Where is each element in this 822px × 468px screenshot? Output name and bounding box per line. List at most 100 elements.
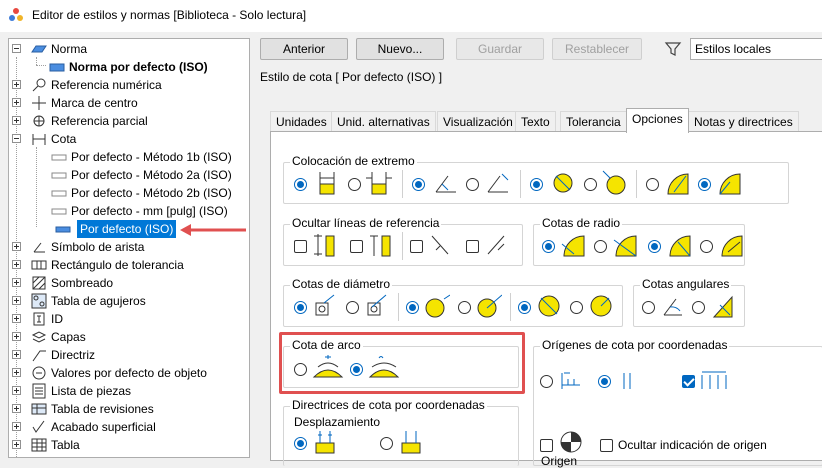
tree-item-dim-1b[interactable]: Por defecto - Método 1b (ISO) <box>9 148 249 166</box>
tree-item-dim-mm[interactable]: Por defecto - mm [pulg] (ISO) <box>9 202 249 220</box>
style-filter-select[interactable]: Estilos locales <box>690 38 822 60</box>
tab-text[interactable]: Texto <box>515 111 556 132</box>
tree-item-hole-table[interactable]: Tabla de agujeros <box>9 292 249 310</box>
tree-item-norma-defecto[interactable]: Norma por defecto (ISO) <box>9 58 249 76</box>
terminator-option-5-radio[interactable] <box>530 178 543 191</box>
expand-icon[interactable] <box>12 80 21 89</box>
diameter-option-3-radio[interactable] <box>406 301 419 314</box>
terminator-option-8-radio[interactable] <box>698 178 711 191</box>
tree-item-surface-texture[interactable]: Acabado superficial <box>9 418 249 436</box>
back-button[interactable]: Anterior <box>260 38 348 60</box>
tree-item-object-defaults[interactable]: Valores por defecto de objeto <box>9 364 249 382</box>
hide-ext-2-checkbox[interactable] <box>350 240 363 253</box>
ordinate-origin-group-label: Orígenes de cota por coordenadas <box>540 338 730 352</box>
diameter-option-4-radio[interactable] <box>458 301 471 314</box>
angular-option-1-radio[interactable] <box>642 301 655 314</box>
hide-ext-4-checkbox[interactable] <box>466 240 479 253</box>
diameter-option-5-radio[interactable] <box>518 301 531 314</box>
angular-option-1-icon <box>663 298 682 316</box>
diameter-option-2-icon <box>367 294 387 316</box>
tree-item-revision-table[interactable]: Tabla de revisiones <box>9 400 249 418</box>
angular-group: Cotas angulares <box>633 277 745 327</box>
radius-option-2-radio[interactable] <box>594 240 607 253</box>
tree-item-layers[interactable]: Capas <box>9 328 249 346</box>
window-title: Editor de estilos y normas [Biblioteca -… <box>32 8 307 22</box>
dimension-icon <box>32 134 46 145</box>
tab-tolerance[interactable]: Tolerancia <box>560 111 627 132</box>
leader-icon <box>32 350 46 362</box>
hide-origin-symbol-checkbox[interactable] <box>540 439 553 452</box>
expand-icon[interactable] <box>12 278 21 287</box>
feature-control-frame-icon <box>31 260 47 270</box>
terminator-option-7-radio[interactable] <box>646 178 659 191</box>
expand-icon[interactable] <box>12 116 21 125</box>
dim-style-icon <box>51 208 67 215</box>
hide-ext-lines-group: Ocultar líneas de referencia <box>283 216 523 266</box>
offset-option-2-radio[interactable] <box>380 437 393 450</box>
terminator-option-2-radio[interactable] <box>348 178 361 191</box>
hide-ext-1-checkbox[interactable] <box>294 240 307 253</box>
expand-icon[interactable] <box>12 98 21 107</box>
terminator-option-6-radio[interactable] <box>584 178 597 191</box>
expand-icon[interactable] <box>12 368 21 377</box>
expand-icon[interactable] <box>12 242 21 251</box>
tree-item-norma[interactable]: Norma <box>9 40 249 58</box>
tree-item-id[interactable]: ID <box>9 310 249 328</box>
diameter-option-1-radio[interactable] <box>294 301 307 314</box>
radius-option-1-radio[interactable] <box>542 240 555 253</box>
hatch-icon <box>32 276 46 290</box>
save-button[interactable]: Guardar <box>456 38 544 60</box>
hide-origin-indication-checkbox[interactable] <box>600 439 613 452</box>
ordinate-origin-1-radio[interactable] <box>540 375 553 388</box>
expand-icon[interactable] <box>12 404 21 413</box>
expand-icon[interactable] <box>12 296 21 305</box>
edge-symbol-icon <box>33 242 45 253</box>
offset-label: Desplazamiento <box>294 415 381 429</box>
terminator-option-1-radio[interactable] <box>294 178 307 191</box>
expand-icon[interactable] <box>12 386 21 395</box>
tab-options[interactable]: Opciones <box>626 108 689 133</box>
expand-icon[interactable] <box>12 332 21 341</box>
collapse-icon[interactable] <box>12 44 21 53</box>
tab-alternate-units[interactable]: Unid. alternativas <box>331 111 436 132</box>
expand-icon[interactable] <box>12 350 21 359</box>
ordinate-origin-show-checkbox[interactable] <box>682 375 695 388</box>
tree-item-hatch[interactable]: Sombreado <box>9 274 249 292</box>
tree-item-edge-symbol[interactable]: Símbolo de arista <box>9 238 249 256</box>
tab-display[interactable]: Visualización <box>437 111 519 132</box>
tree-item-parts-list[interactable]: Lista de piezas <box>9 382 249 400</box>
expand-icon[interactable] <box>12 440 21 449</box>
dim-style-icon <box>51 190 67 197</box>
reset-button[interactable]: Restablecer <box>552 38 642 60</box>
tree-item-dim-2b[interactable]: Por defecto - Método 2b (ISO) <box>9 184 249 202</box>
tree-item-center-mark[interactable]: Marca de centro <box>9 94 249 112</box>
offset-option-1-radio[interactable] <box>294 437 307 450</box>
terminator-diameter-in-icon <box>553 173 573 193</box>
tree-item-dim-2a[interactable]: Por defecto - Método 2a (ISO) <box>9 166 249 184</box>
angular-option-2-radio[interactable] <box>692 301 705 314</box>
tree-item-fcf[interactable]: Rectángulo de tolerancia <box>9 256 249 274</box>
diameter-option-2-radio[interactable] <box>346 301 359 314</box>
expand-icon[interactable] <box>12 422 21 431</box>
diameter-option-6-radio[interactable] <box>570 301 583 314</box>
id-icon <box>33 312 45 326</box>
radius-option-3-radio[interactable] <box>648 240 661 253</box>
expand-icon[interactable] <box>12 260 21 269</box>
expand-icon[interactable] <box>12 314 21 323</box>
new-button[interactable]: Nuevo... <box>356 38 444 60</box>
tab-notes-leaders[interactable]: Notas y directrices <box>688 111 799 132</box>
tree-item-datum[interactable]: Referencia parcial <box>9 112 249 130</box>
collapse-icon[interactable] <box>12 134 21 143</box>
style-tree[interactable]: Norma Norma por defecto (ISO) Referencia… <box>8 38 250 458</box>
tree-item-cota[interactable]: Cota <box>9 130 249 148</box>
radius-option-4-radio[interactable] <box>700 240 713 253</box>
ordinate-origin-group: Orígenes de cota por coordenadas Ocultar… <box>533 338 822 466</box>
hide-ext-3-checkbox[interactable] <box>410 240 423 253</box>
ordinate-origin-2-radio[interactable] <box>598 375 611 388</box>
tab-units[interactable]: Unidades <box>270 111 333 132</box>
tree-item-leader[interactable]: Directriz <box>9 346 249 364</box>
terminator-option-3-radio[interactable] <box>412 178 425 191</box>
tree-item-balloon[interactable]: Referencia numérica <box>9 76 249 94</box>
tree-item-table[interactable]: Tabla <box>9 436 249 454</box>
terminator-option-4-radio[interactable] <box>466 178 479 191</box>
